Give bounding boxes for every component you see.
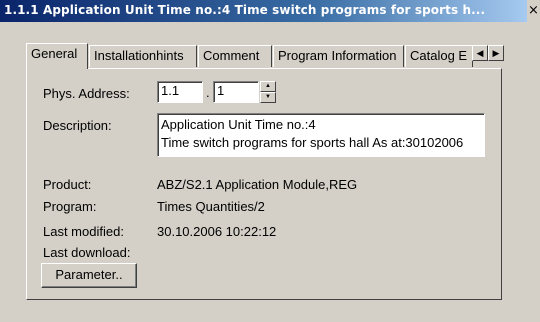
last-modified-label: Last modified: — [43, 224, 124, 239]
description-field[interactable]: Application Unit Time no.:4 Time switch … — [157, 113, 485, 157]
program-value: Times Quantities/2 — [157, 199, 265, 214]
phys-address-device-field[interactable]: 1 — [213, 81, 259, 103]
properties-window: 1.1.1 Application Unit Time no.:4 Time s… — [0, 0, 540, 322]
tab-general-label: General — [31, 46, 78, 61]
tab-catalog-entries[interactable]: Catalog E — [405, 45, 473, 67]
description-line-2: Time switch programs for sports hall As … — [161, 135, 464, 150]
window-title: 1.1.1 Application Unit Time no.:4 Time s… — [4, 3, 486, 17]
general-panel: Phys. Address: 1.1 . 1 ▲ ▼ Description: … — [26, 68, 502, 300]
phys-address-area-field[interactable]: 1.1 — [157, 81, 203, 103]
phys-address-spinner: ▲ ▼ — [260, 81, 276, 103]
last-download-label: Last download: — [43, 245, 131, 260]
tab-program-information-label: Program Information — [278, 48, 397, 63]
tab-catalog-label: Catalog E — [410, 48, 468, 63]
tab-scroll-right-icon[interactable]: ▶ — [488, 45, 504, 61]
phys-address-separator: . — [206, 85, 210, 100]
spin-up-icon[interactable]: ▲ — [260, 81, 276, 92]
title-bar[interactable]: 1.1.1 Application Unit Time no.:4 Time s… — [0, 0, 527, 22]
spin-down-icon[interactable]: ▼ — [260, 92, 276, 103]
last-modified-value: 30.10.2006 10:22:12 — [157, 224, 277, 239]
product-value: ABZ/S2.1 Application Module,REG — [157, 177, 358, 192]
tab-program-information[interactable]: Program Information — [273, 45, 404, 67]
tab-comment-label: Comment — [203, 48, 260, 63]
description-line-1: Application Unit Time no.:4 — [161, 117, 316, 132]
tab-general[interactable]: General — [26, 43, 88, 69]
tab-strip: General Installationhints Comment Progra… — [26, 43, 504, 69]
tab-installationhints-label: Installationhints — [94, 48, 184, 63]
tab-comment[interactable]: Comment — [198, 45, 272, 67]
tab-installationhints[interactable]: Installationhints — [89, 45, 197, 67]
parameter-button[interactable]: Parameter.. — [41, 263, 137, 288]
program-label: Program: — [43, 199, 97, 214]
tab-scroll-left-icon[interactable]: ◀ — [472, 45, 488, 61]
description-label: Description: — [43, 118, 112, 133]
phys-address-label: Phys. Address: — [43, 86, 130, 101]
close-icon[interactable]: × — [528, 3, 540, 19]
product-label: Product: — [43, 177, 92, 192]
